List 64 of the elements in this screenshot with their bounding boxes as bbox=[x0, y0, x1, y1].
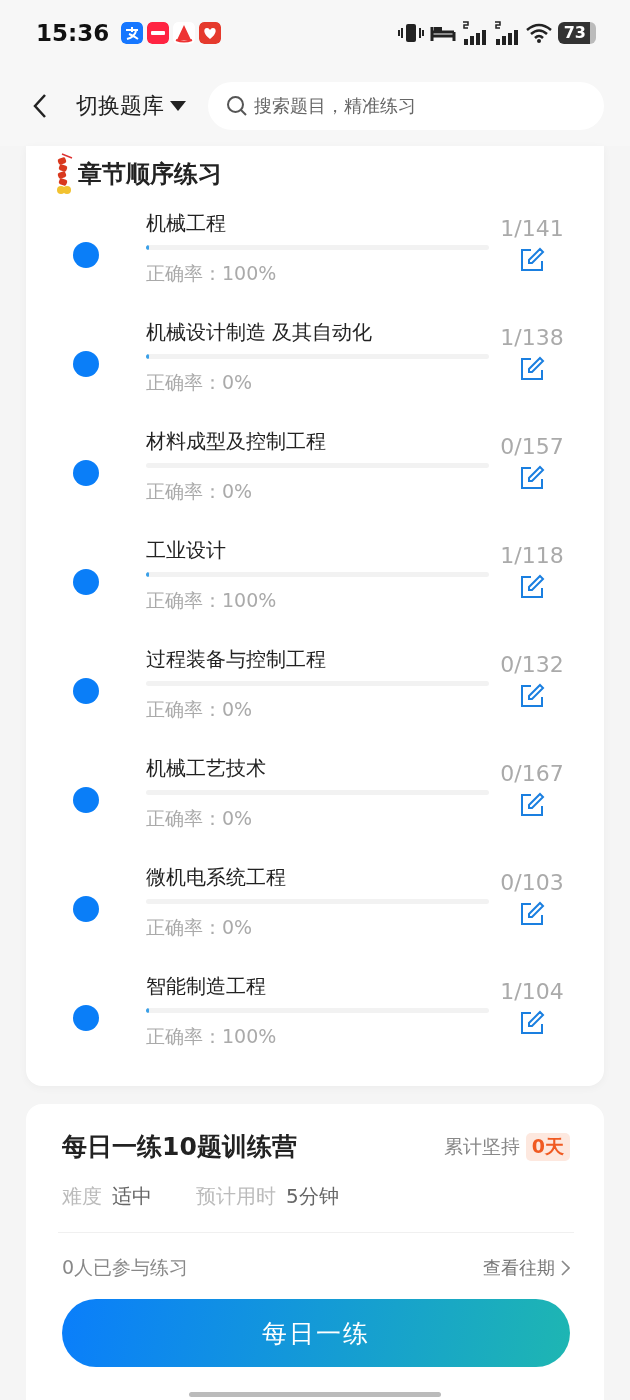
app-icon bbox=[199, 22, 222, 44]
app-icon bbox=[121, 22, 144, 44]
vibrate-icon bbox=[397, 22, 424, 44]
status-dot bbox=[73, 569, 99, 595]
status-dot bbox=[73, 351, 99, 377]
edit-button[interactable] bbox=[519, 465, 545, 491]
camp-title: 每日一练10题训练营 bbox=[62, 1131, 297, 1163]
progress-count: 0/157 bbox=[500, 433, 564, 461]
participants-text: 0人已参与练习 bbox=[62, 1255, 189, 1280]
status-dot bbox=[73, 787, 99, 813]
accuracy-text: 正确率：0% bbox=[146, 370, 254, 395]
chevron-icon bbox=[561, 1260, 570, 1276]
accuracy-text: 正确率：0% bbox=[146, 479, 254, 504]
accuracy-text: 正确率：100% bbox=[146, 588, 278, 613]
status-dot bbox=[73, 678, 99, 704]
chapter-name[interactable]: 机械工艺技术 bbox=[146, 754, 489, 782]
wifi-icon bbox=[525, 23, 552, 43]
search-field[interactable]: 搜索题目，精准练习 bbox=[208, 82, 604, 130]
chapter-name[interactable]: 机械设计制造 及其自动化 bbox=[146, 318, 489, 346]
difficulty-label: 难度 bbox=[62, 1183, 102, 1210]
status-dot bbox=[73, 1005, 99, 1031]
accuracy-text: 正确率：0% bbox=[146, 806, 254, 831]
accuracy-text: 正确率：100% bbox=[146, 261, 278, 286]
edit-button[interactable] bbox=[519, 1010, 545, 1036]
time-label: 预计用时 bbox=[196, 1183, 276, 1210]
time-value: 5分钟 bbox=[286, 1183, 339, 1210]
progress-count: 1/118 bbox=[500, 542, 564, 570]
progress-count: 0/103 bbox=[500, 869, 564, 897]
chapter-name[interactable]: 工业设计 bbox=[146, 536, 489, 564]
chapter-name[interactable]: 机械工程 bbox=[146, 209, 489, 237]
chapter-name[interactable]: 材料成型及控制工程 bbox=[146, 427, 489, 455]
difficulty-value: 适中 bbox=[112, 1183, 152, 1210]
chapter-name[interactable]: 过程装备与控制工程 bbox=[146, 645, 489, 673]
app-icon bbox=[173, 22, 196, 44]
caret-icon bbox=[170, 101, 186, 111]
chapter-name[interactable]: 微机电系统工程 bbox=[146, 863, 489, 891]
app-icon bbox=[147, 22, 170, 44]
signal-icon bbox=[461, 21, 488, 45]
switch-bank-button[interactable]: 切换题库 bbox=[76, 91, 186, 121]
signal-icon bbox=[493, 21, 520, 45]
edit-button[interactable] bbox=[519, 247, 545, 273]
progress-count: 1/138 bbox=[500, 324, 564, 352]
edit-button[interactable] bbox=[519, 792, 545, 818]
accuracy-text: 正确率：0% bbox=[146, 697, 254, 722]
accuracy-text: 正确率：100% bbox=[146, 1024, 278, 1049]
status-dot bbox=[73, 460, 99, 486]
progress-count: 1/141 bbox=[500, 215, 564, 243]
status-dot bbox=[73, 896, 99, 922]
accuracy-text: 正确率：0% bbox=[146, 915, 254, 940]
streak-badge: 0天 bbox=[525, 1132, 570, 1161]
status-time: 15:36 bbox=[36, 20, 110, 46]
edit-button[interactable] bbox=[519, 683, 545, 709]
edit-button[interactable] bbox=[519, 901, 545, 927]
status-dot bbox=[73, 242, 99, 268]
streak-label: 累计坚持 bbox=[443, 1133, 520, 1159]
edit-button[interactable] bbox=[519, 356, 545, 382]
edit-button[interactable] bbox=[519, 574, 545, 600]
search-icon bbox=[226, 95, 248, 117]
history-link[interactable]: 查看往期 bbox=[483, 1256, 570, 1280]
section-title: 章节顺序练习 bbox=[78, 158, 222, 190]
progress-count: 1/104 bbox=[500, 978, 564, 1006]
progress-count: 0/167 bbox=[500, 760, 564, 788]
chapter-name[interactable]: 智能制造工程 bbox=[146, 972, 489, 1000]
progress-count: 0/132 bbox=[500, 651, 564, 679]
